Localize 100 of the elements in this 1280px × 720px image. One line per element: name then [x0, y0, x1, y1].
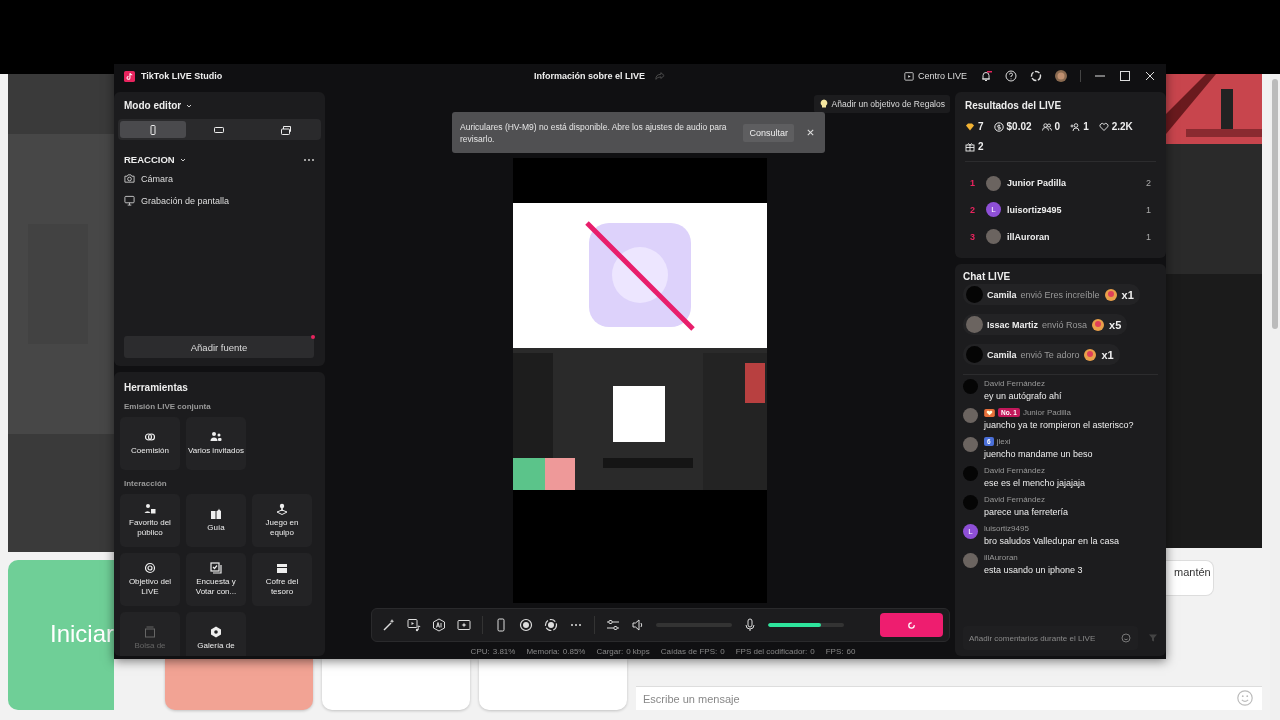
gift-count: 1 [1146, 231, 1151, 242]
user-name: jlexi [996, 437, 1011, 446]
portrait-icon [148, 124, 159, 135]
avatar-icon [963, 408, 978, 423]
source-item[interactable]: Grabación de pantalla [141, 195, 230, 206]
layout-tab[interactable] [120, 121, 187, 138]
magic-wand-icon[interactable] [382, 618, 396, 632]
user-name: Junior Padilla [1022, 408, 1071, 417]
stat-label: CPU: [470, 647, 490, 656]
scene-name[interactable]: REACCION [124, 154, 175, 165]
pin-icon [276, 503, 288, 515]
tool-button[interactable]: Favorito del público [120, 494, 180, 547]
notice-text: Auriculares (HV-M9) no está disponible. Abre los ajustes de audio para revisarlo. [460, 120, 728, 145]
sliders-icon[interactable] [606, 618, 620, 632]
stat-label: FPS del codificador: [735, 647, 808, 656]
stat-value: 3.81% [492, 647, 516, 656]
people-icon [210, 431, 222, 443]
message-field[interactable]: Escribe un mensaje [636, 686, 1262, 710]
user-name: illAuroran [984, 553, 1018, 562]
chat-message: ey un autógrafo ahí [984, 391, 1062, 401]
viewers-icon [1041, 121, 1052, 132]
gift-text: envió Te adoro [1020, 349, 1080, 360]
monitor-icon [124, 195, 135, 206]
avatar-icon [963, 437, 978, 452]
rank-number: 3 [970, 231, 976, 242]
avatar-icon [963, 466, 978, 481]
user-name: Camila [987, 289, 1017, 300]
tool-button[interactable]: Juego en equipo [252, 494, 312, 547]
landscape-icon [214, 124, 225, 135]
help-icon[interactable] [1005, 70, 1017, 82]
live-center-button[interactable]: Centro LIVE [903, 71, 967, 81]
bell-icon[interactable] [980, 70, 992, 82]
avatar-initial: L [963, 524, 978, 539]
emoji-icon[interactable] [1121, 633, 1131, 643]
play-screen-icon [903, 71, 914, 81]
chat-message: bro saludos Valledupar en la casa [984, 536, 1119, 546]
figure-value: 2 [978, 141, 984, 152]
section-title: Emisión LIVE conjunta [123, 402, 212, 411]
speaker-icon[interactable] [631, 618, 645, 632]
chat-message: esta usando un iphone 3 [984, 565, 1083, 575]
chat-message: ese es el mencho jajajaja [984, 478, 1086, 488]
gift-goal-button[interactable]: Añadir un objetivo de Regalos [813, 95, 950, 113]
loading-icon [907, 620, 916, 630]
avatar-icon [966, 316, 983, 333]
tool-button[interactable]: Encuesta y Votar con... [186, 553, 246, 606]
tool-button[interactable]: Cofre del tesoro [252, 553, 312, 606]
record-icon[interactable] [519, 618, 533, 632]
source-item[interactable]: Cámara [141, 173, 173, 184]
effects-icon[interactable] [457, 618, 471, 632]
gift-icon [1083, 347, 1098, 362]
lightbulb-icon [818, 99, 829, 109]
ai-icon[interactable] [432, 618, 446, 632]
user-name: David Fernández [984, 379, 1045, 388]
stat-value: 60 [846, 647, 856, 656]
window-title: Información sobre el LIVE [534, 71, 646, 81]
chat-message: parece una ferretería [984, 507, 1069, 517]
tool-button[interactable]: Galería de [186, 612, 246, 656]
editor-mode-label[interactable]: Modo editor [124, 100, 182, 111]
camera-icon [124, 173, 135, 184]
gift-icon [965, 141, 975, 152]
stat-label: Cargar: [596, 647, 624, 656]
more-icon[interactable] [303, 157, 315, 162]
stat-value: 0 kbps [626, 647, 650, 656]
figure-value: $0.02 [1006, 121, 1032, 132]
viewer-name: luisortiz9495 [1007, 205, 1063, 215]
tools-title: Herramientas [123, 381, 189, 393]
consult-button[interactable]: Consultar [743, 123, 794, 142]
gift-count: x1 [1121, 288, 1134, 301]
gift-count: x5 [1109, 318, 1122, 331]
follow-icon [1070, 121, 1081, 132]
microphone-icon[interactable] [743, 618, 757, 632]
user-name: David Fernández [984, 466, 1045, 475]
checkbox-icon [210, 562, 222, 574]
maximize-icon[interactable] [1119, 70, 1131, 82]
gift-icon [1103, 287, 1118, 302]
chat-message: juancho ya te rompieron el asterisco? [984, 420, 1134, 430]
tool-button[interactable]: Varios invitados [186, 417, 246, 470]
message-bubble: mantén [1166, 560, 1214, 596]
rings-icon [144, 431, 156, 443]
video-music-icon[interactable] [407, 618, 421, 632]
add-source-button[interactable]: Añadir fuente [124, 336, 314, 358]
stat-value: 0.85% [562, 647, 586, 656]
stat-label: Memoria: [526, 647, 560, 656]
stat-label: Caídas de FPS: [660, 647, 718, 656]
phone-icon[interactable] [494, 618, 508, 632]
avatar-icon[interactable] [1055, 70, 1067, 82]
stat-value: 0 [810, 647, 815, 656]
tool-button[interactable]: Coemisión [120, 417, 180, 470]
chat-title: Chat LIVE [963, 271, 1012, 282]
gift-text: envió Rosa [1042, 319, 1088, 330]
tool-button[interactable]: Guía [186, 494, 246, 547]
capture-icon[interactable] [544, 618, 558, 632]
user-name: Issac Martiz [987, 319, 1039, 330]
coin-icon [993, 121, 1004, 132]
avatar-icon [966, 346, 983, 363]
hexagon-icon [210, 626, 222, 638]
close-icon[interactable] [1144, 70, 1156, 82]
tool-button[interactable]: Objetivo del LIVE [120, 553, 180, 606]
viewer-name: illAuroran [1007, 231, 1051, 242]
settings-icon[interactable] [1030, 70, 1042, 82]
